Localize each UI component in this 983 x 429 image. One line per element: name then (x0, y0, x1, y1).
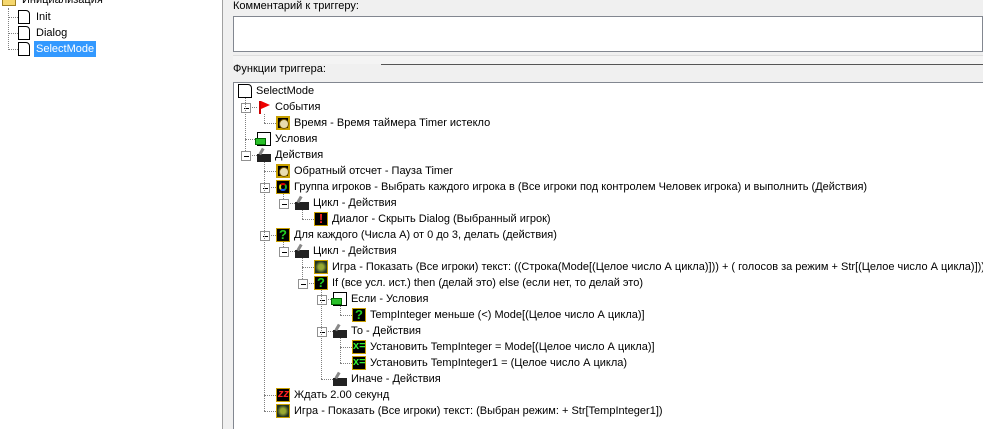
tree-line (8, 33, 18, 34)
trigger-item-dialog[interactable]: Dialog (18, 25, 69, 41)
trigger-list-pane: Инициализация Init Dialog SelectMode (0, 0, 223, 429)
comment-label: Комментарий к триггеру: (233, 0, 359, 12)
tree-row-label: Действия (275, 149, 324, 161)
game-icon (276, 404, 290, 418)
splitter[interactable] (233, 55, 983, 64)
tree-row[interactable]: TempInteger меньше (<) Mode[(Целое число… (234, 307, 983, 323)
trigger-item-init[interactable]: Init (18, 9, 53, 25)
document-icon (18, 42, 30, 56)
tree-row-label: Диалог - Скрыть Dialog (Выбранный игрок) (332, 213, 551, 225)
tree-row[interactable]: Игра - Показать (Все игроки) текст: (Выб… (234, 403, 983, 419)
game-icon (314, 260, 328, 274)
tree-row-label: If (все усл. ист.) then (делай это) else… (332, 277, 643, 289)
tree-row[interactable]: Иначе - Действия (234, 371, 983, 387)
collapse-toggle[interactable] (279, 199, 289, 209)
folder-icon (2, 0, 16, 6)
tree-folder-initialization[interactable]: Инициализация (2, 0, 105, 8)
clock-icon (276, 164, 290, 178)
tree-row-label: Установить TempInteger = Mode[(Целое чис… (370, 341, 655, 353)
tree-row-label: Игра - Показать (Все игроки) текст: ((Ст… (332, 261, 983, 273)
tree-row-label: Иначе - Действия (351, 373, 441, 385)
tree-row-label: Ждать 2.00 секунд (294, 389, 390, 401)
trigger-item-selectmode[interactable]: SelectMode (18, 41, 97, 57)
tree-row[interactable]: Игра - Показать (Все игроки) текст: ((Ст… (234, 259, 983, 275)
functions-label: Функции триггера: (233, 63, 326, 75)
tree-row[interactable]: Установить TempInteger = Mode[(Целое чис… (234, 338, 983, 355)
action-icon (333, 324, 347, 338)
collapse-toggle[interactable] (317, 295, 327, 305)
question-icon (276, 227, 290, 243)
action-icon (295, 244, 309, 258)
action-icon (257, 148, 271, 162)
set-variable-icon (352, 354, 366, 370)
question-icon (314, 275, 328, 291)
tree-row[interactable]: Группа игроков - Выбрать каждого игрока … (234, 179, 983, 195)
tree-row-label: Установить TempInteger1 = (Целое число А… (370, 357, 628, 369)
tree-row[interactable]: То - Действия (234, 323, 983, 339)
tree-row[interactable]: Условия (234, 131, 983, 147)
tree-row-label: Если - Условия (351, 293, 429, 305)
tree-row[interactable]: Диалог - Скрыть Dialog (Выбранный игрок) (234, 211, 983, 227)
tree-row-label: Группа игроков - Выбрать каждого игрока … (294, 181, 868, 193)
trigger-functions-tree[interactable]: SelectMode События Время - Время таймера T… (233, 82, 983, 429)
collapse-toggle[interactable] (317, 327, 327, 337)
tree-line (8, 8, 9, 50)
tree-line (8, 49, 18, 50)
tree-line (264, 162, 265, 411)
doc-icon (238, 84, 252, 98)
action-icon (295, 196, 309, 210)
collapse-toggle[interactable] (298, 279, 308, 289)
tree-row[interactable]: SelectMode (234, 83, 983, 99)
collapse-toggle[interactable] (241, 103, 251, 113)
question-icon (352, 307, 366, 323)
collapse-toggle[interactable] (260, 183, 270, 193)
tree-row-label: События (275, 101, 321, 113)
divider (381, 64, 983, 65)
tree-row-label: Игра - Показать (Все игроки) текст: (Выб… (294, 405, 663, 417)
tree-row[interactable]: Цикл - Действия (234, 243, 983, 259)
tree-row[interactable]: Для каждого (Числа А) от 0 до 3, делать … (234, 227, 983, 243)
collapse-toggle[interactable] (241, 151, 251, 161)
action-icon (333, 372, 347, 386)
document-icon (18, 10, 30, 24)
tree-line (8, 17, 18, 18)
tree-row-label: TempInteger меньше (<) Mode[(Целое число… (370, 309, 645, 321)
alert-icon (314, 211, 328, 227)
tree-row[interactable]: Время - Время таймера Timer истекло (234, 115, 983, 131)
wait-icon (276, 386, 290, 402)
condition-icon (255, 132, 271, 146)
collapse-toggle[interactable] (279, 247, 289, 257)
tree-row-label: Обратный отсчет - Пауза Timer (294, 165, 453, 177)
flag-icon (257, 100, 271, 114)
condition-icon (331, 292, 347, 306)
tree-line (321, 290, 322, 379)
tree-row[interactable]: Обратный отсчет - Пауза Timer (234, 163, 983, 179)
tree-row[interactable]: Если - Условия (234, 291, 983, 307)
tree-row-label: Условия (275, 133, 318, 145)
collapse-toggle[interactable] (260, 231, 270, 241)
tree-row-label: SelectMode (256, 85, 315, 97)
set-variable-icon (352, 338, 366, 354)
tree-row-label: Для каждого (Числа А) от 0 до 3, делать … (294, 229, 557, 241)
tree-row[interactable]: Действия (234, 147, 983, 163)
document-icon (18, 26, 30, 40)
tree-row[interactable]: Установить TempInteger1 = (Целое число А… (234, 354, 983, 371)
tree-row[interactable]: Цикл - Действия (234, 195, 983, 211)
players-icon (276, 180, 290, 194)
tree-row[interactable]: Ждать 2.00 секунд (234, 386, 983, 403)
tree-row-label: Цикл - Действия (313, 245, 397, 257)
clock-icon (276, 116, 290, 130)
comment-textarea[interactable] (233, 16, 983, 52)
tree-row-label: Цикл - Действия (313, 197, 397, 209)
trigger-editor: Комментарий к триггеру: Функции триггера… (225, 0, 983, 429)
tree-row-label: То - Действия (351, 325, 421, 337)
tree-row[interactable]: События (234, 99, 983, 115)
tree-row[interactable]: If (все усл. ист.) then (делай это) else… (234, 275, 983, 291)
tree-row-label: Время - Время таймера Timer истекло (294, 117, 491, 129)
